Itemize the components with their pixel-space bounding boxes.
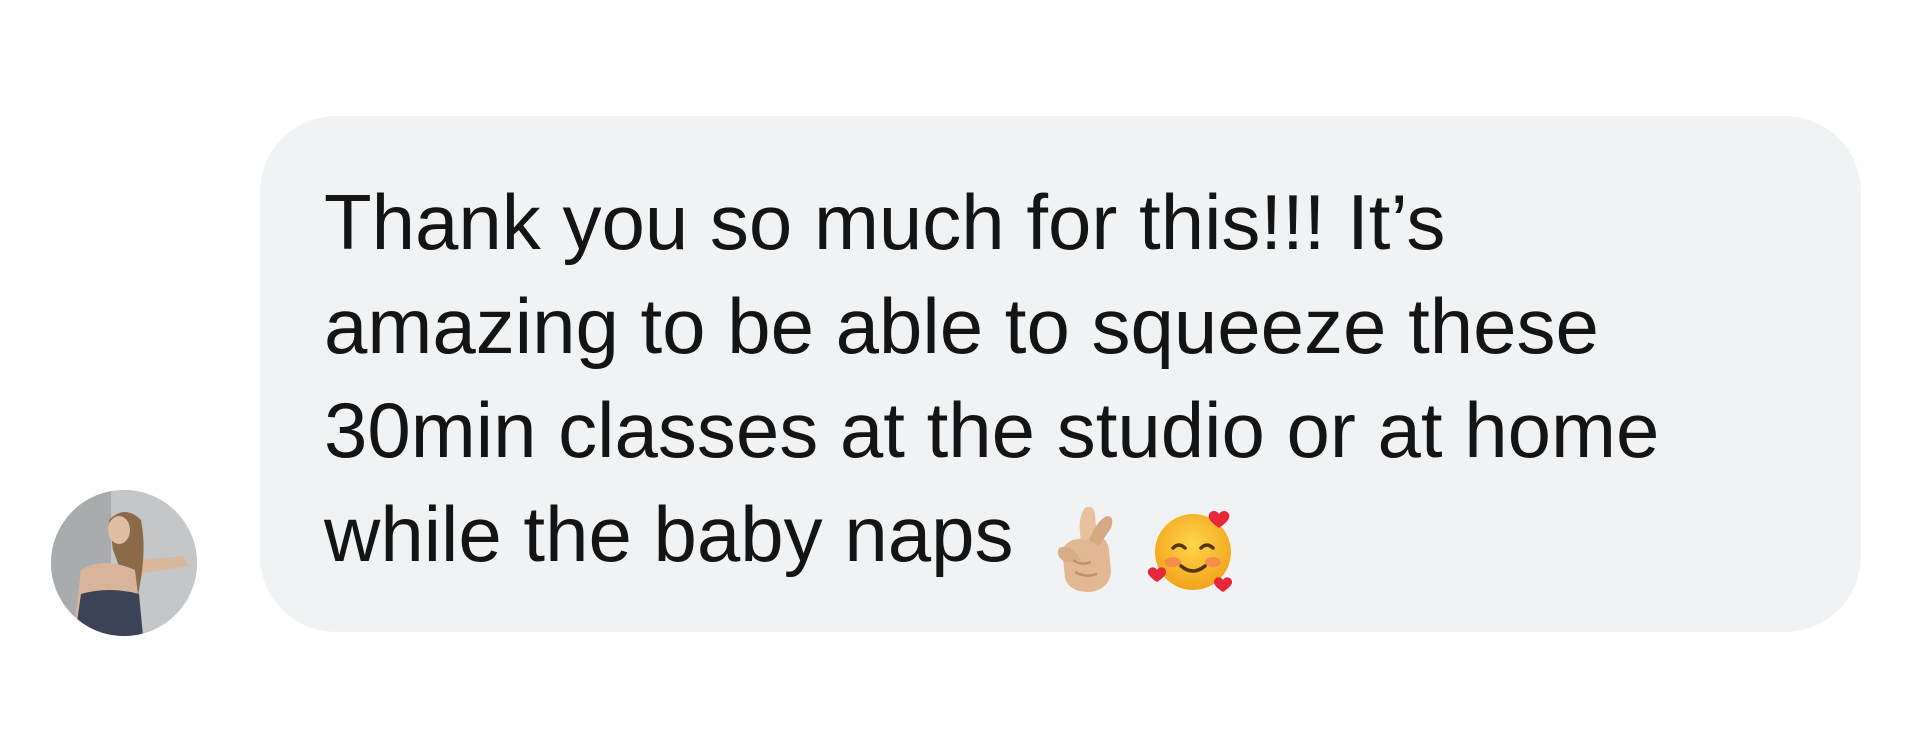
- message-line: Thank you so much for this!!! It’s: [324, 178, 1446, 266]
- message-thread: Thank you so much for this!!! It’s amazi…: [0, 0, 1920, 733]
- profile-photo: [51, 490, 197, 636]
- message-line-last: while the baby naps: [324, 482, 1821, 604]
- smiling-face-with-hearts-emoji-icon: [1143, 500, 1243, 600]
- message-line: amazing to be able to squeeze these: [324, 282, 1599, 370]
- message-line: while the baby naps: [324, 490, 1014, 578]
- avatar[interactable]: [51, 490, 197, 636]
- emoji-group: [1037, 500, 1249, 604]
- message-text: Thank you so much for this!!! It’s amazi…: [324, 170, 1821, 604]
- crossed-fingers-emoji-icon: [1037, 500, 1137, 600]
- message-bubble[interactable]: Thank you so much for this!!! It’s amazi…: [260, 116, 1861, 632]
- message-line: 30min classes at the studio or at home: [324, 386, 1660, 474]
